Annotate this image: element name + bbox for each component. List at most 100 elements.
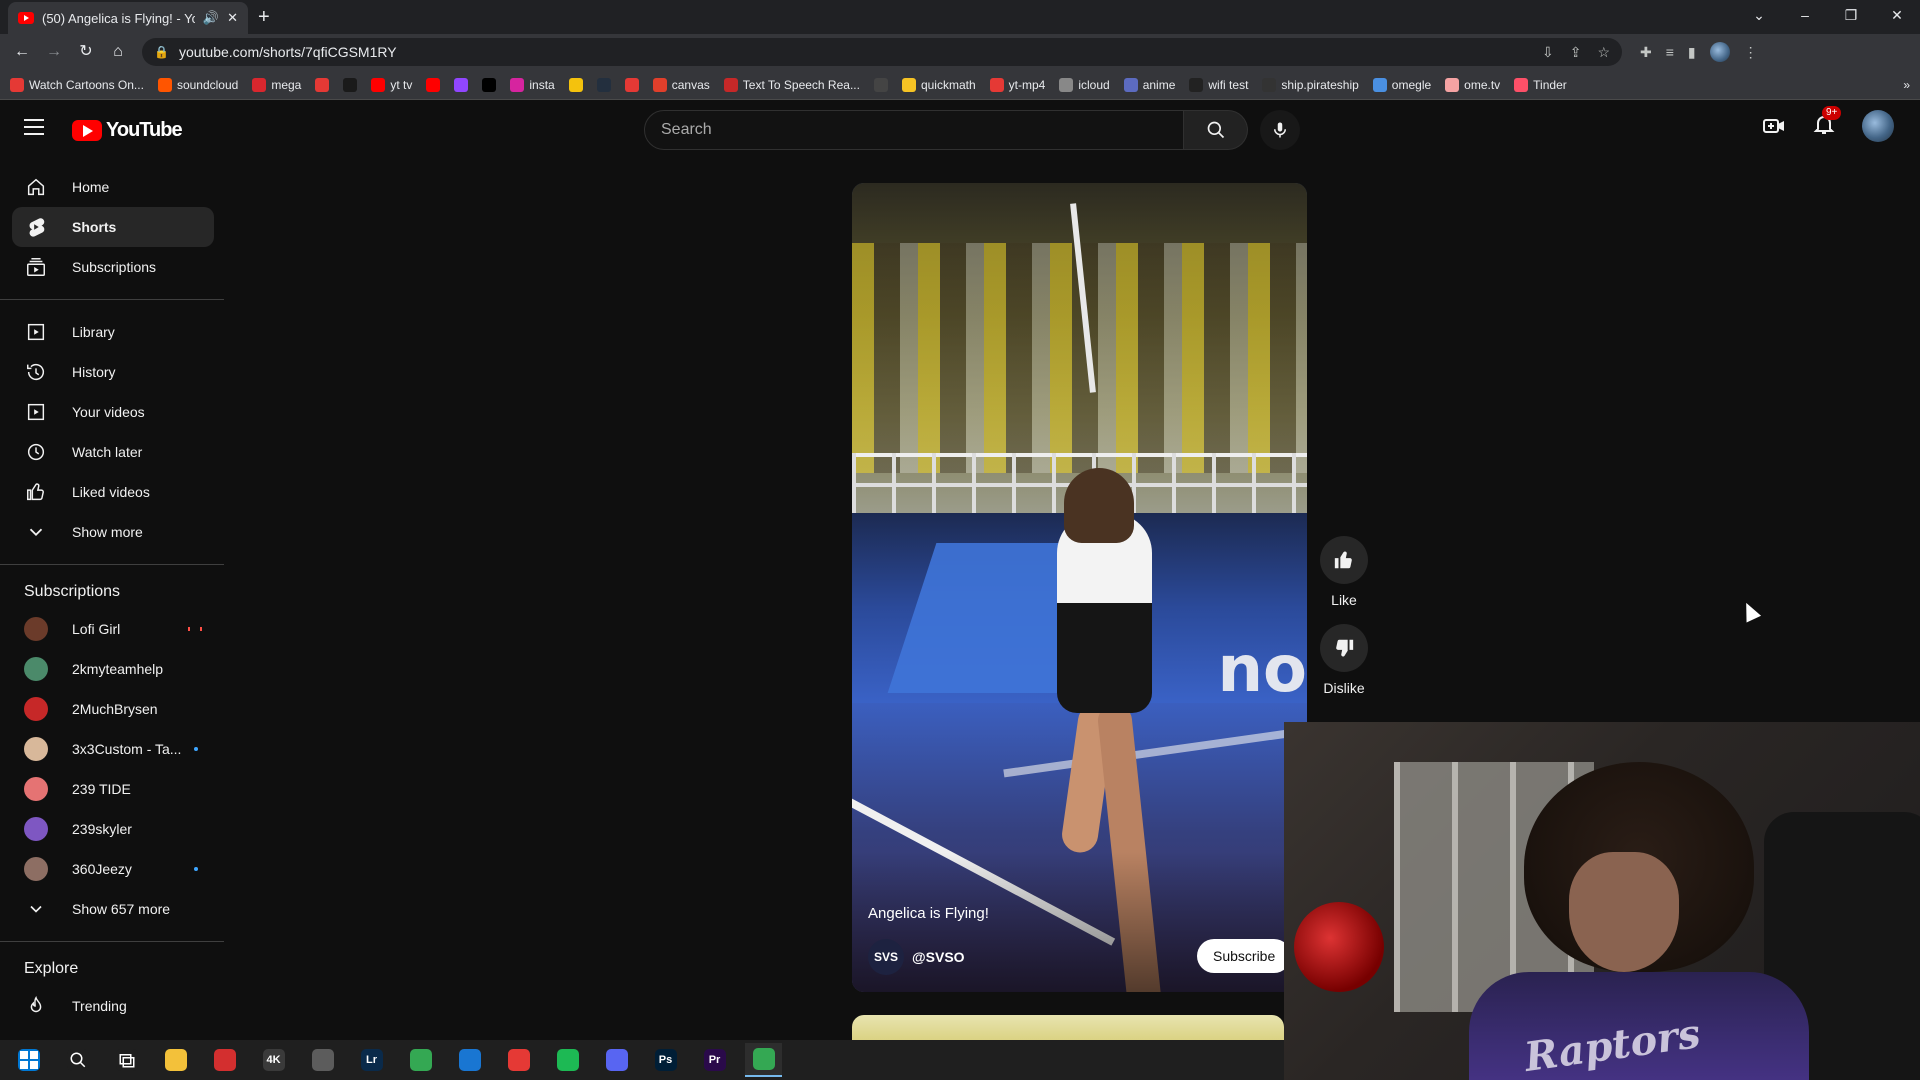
home-button[interactable]: ⌂ bbox=[104, 38, 132, 66]
dislike-button[interactable] bbox=[1320, 624, 1368, 672]
bookmark-item[interactable] bbox=[568, 77, 583, 92]
subscription-item[interactable]: 3x3Custom - Ta... bbox=[12, 729, 214, 769]
bookmark-item[interactable]: icloud bbox=[1059, 77, 1110, 92]
sidebar-item-library[interactable]: Library bbox=[12, 312, 214, 352]
minimize-button[interactable]: – bbox=[1782, 0, 1828, 30]
bookmark-item[interactable] bbox=[596, 77, 611, 92]
youtube-logo[interactable]: YouTube bbox=[72, 119, 183, 142]
bookmark-item[interactable]: Text To Speech Rea... bbox=[723, 77, 860, 92]
sidebar-item-history[interactable]: History bbox=[12, 352, 214, 392]
bookmark-item[interactable] bbox=[426, 77, 441, 92]
bookmark-item[interactable]: ship.pirateship bbox=[1262, 77, 1359, 92]
show-more-subscriptions[interactable]: Show 657 more bbox=[12, 889, 214, 929]
taskbar-item[interactable] bbox=[304, 1043, 341, 1077]
media-control-icon[interactable]: ≡ bbox=[1666, 44, 1674, 60]
channel-info[interactable]: SVS @SVSO bbox=[868, 939, 965, 975]
browser-tab[interactable]: (50) Angelica is Flying! - YouTube 🔊 ✕ bbox=[8, 2, 248, 34]
taskbar-item[interactable] bbox=[108, 1043, 145, 1077]
side-panel-icon[interactable]: ▮ bbox=[1688, 44, 1696, 61]
extensions-icon[interactable]: ✚ bbox=[1640, 44, 1652, 61]
bookmark-item[interactable]: omegle bbox=[1372, 77, 1431, 92]
taskbar-item[interactable] bbox=[549, 1043, 586, 1077]
bookmarks-overflow-icon[interactable]: » bbox=[1903, 78, 1910, 92]
bookmark-item[interactable]: wifi test bbox=[1189, 77, 1248, 92]
bookmark-item[interactable] bbox=[315, 77, 330, 92]
bookmark-item[interactable] bbox=[873, 77, 888, 92]
like-action[interactable]: Like bbox=[1318, 536, 1370, 608]
bookmark-item[interactable]: yt-mp4 bbox=[989, 77, 1045, 92]
channel-avatar[interactable]: SVS bbox=[868, 939, 904, 975]
subscription-item[interactable]: 2MuchBrysen bbox=[12, 689, 214, 729]
dislike-action[interactable]: Dislike bbox=[1318, 624, 1370, 696]
install-icon[interactable]: ⇩ bbox=[1542, 44, 1554, 61]
taskbar-item[interactable] bbox=[206, 1043, 243, 1077]
sidebar-item-shorts[interactable]: Shorts bbox=[12, 207, 214, 247]
bookmark-item[interactable] bbox=[454, 77, 469, 92]
subscription-item[interactable]: 239 TIDE bbox=[12, 769, 214, 809]
taskbar-item[interactable] bbox=[59, 1043, 96, 1077]
address-bar[interactable]: 🔒 youtube.com/shorts/7qfiCGSM1RY ⇩ ⇪ ☆ bbox=[142, 38, 1622, 66]
account-avatar[interactable] bbox=[1862, 110, 1894, 142]
taskbar-item[interactable]: 4K bbox=[255, 1043, 292, 1077]
taskbar-item[interactable] bbox=[157, 1043, 194, 1077]
sidebar-item-trending[interactable]: Trending bbox=[12, 986, 214, 1026]
notifications-button[interactable]: 9+ bbox=[1812, 105, 1842, 141]
taskbar-item[interactable]: Pr bbox=[696, 1043, 733, 1077]
reload-button[interactable]: ↻ bbox=[72, 38, 100, 66]
bookmark-item[interactable]: Watch Cartoons On... bbox=[10, 77, 144, 92]
sidebar-item-home[interactable]: Home bbox=[12, 167, 214, 207]
subscription-item[interactable]: 360Jeezy bbox=[12, 849, 214, 889]
taskbar-item[interactable] bbox=[402, 1043, 439, 1077]
bookmark-item[interactable]: canvas bbox=[652, 77, 710, 92]
bookmark-item[interactable]: Tinder bbox=[1514, 77, 1567, 92]
bookmark-item[interactable]: soundcloud bbox=[157, 77, 238, 92]
create-video-icon[interactable] bbox=[1762, 114, 1786, 138]
bookmark-item[interactable]: anime bbox=[1123, 77, 1175, 92]
channel-handle[interactable]: @SVSO bbox=[912, 949, 965, 965]
close-window-button[interactable]: ✕ bbox=[1874, 0, 1920, 30]
close-tab-icon[interactable]: ✕ bbox=[227, 10, 238, 26]
sidebar-item-show-more[interactable]: Show more bbox=[12, 512, 214, 552]
bookmark-item[interactable]: insta bbox=[510, 77, 555, 92]
search-input[interactable]: Search bbox=[644, 110, 1184, 150]
tab-search-icon[interactable]: ⌄ bbox=[1736, 0, 1782, 30]
sidebar-item-liked-videos[interactable]: Liked videos bbox=[12, 472, 214, 512]
lock-icon[interactable]: 🔒 bbox=[154, 45, 169, 59]
voice-search-button[interactable] bbox=[1260, 110, 1300, 150]
taskbar-item[interactable] bbox=[598, 1043, 635, 1077]
subscription-item[interactable]: 2kmyteamhelp bbox=[12, 649, 214, 689]
subscription-item[interactable]: 239skyler bbox=[12, 809, 214, 849]
back-button[interactable]: ← bbox=[8, 38, 36, 66]
like-button[interactable] bbox=[1320, 536, 1368, 584]
bookmark-item[interactable]: mega bbox=[252, 77, 301, 92]
short-title[interactable]: Angelica is Flying! bbox=[868, 905, 989, 922]
star-icon[interactable]: ☆ bbox=[1597, 44, 1610, 61]
sidebar-item-subscriptions[interactable]: Subscriptions bbox=[12, 247, 214, 287]
share-icon[interactable]: ⇪ bbox=[1570, 44, 1582, 61]
taskbar-item[interactable] bbox=[451, 1043, 488, 1077]
bookmark-item[interactable] bbox=[343, 77, 358, 92]
bookmark-item[interactable]: quickmath bbox=[901, 77, 976, 92]
bookmark-item[interactable]: yt tv bbox=[371, 77, 412, 92]
speaker-icon[interactable]: 🔊 bbox=[203, 10, 219, 26]
taskbar-item[interactable]: Lr bbox=[353, 1043, 390, 1077]
forward-button[interactable]: → bbox=[40, 38, 68, 66]
sidebar-item-watch-later[interactable]: Watch later bbox=[12, 432, 214, 472]
sidebar-item-your-videos[interactable]: Your videos bbox=[12, 392, 214, 432]
taskbar-item[interactable] bbox=[10, 1043, 47, 1077]
subscribe-button[interactable]: Subscribe bbox=[1197, 939, 1292, 973]
bookmark-item[interactable] bbox=[624, 77, 639, 92]
profile-icon[interactable] bbox=[1709, 42, 1730, 62]
shorts-video-player[interactable]: no Angelica is Flying! SVS @SVSO Subscri… bbox=[852, 183, 1307, 992]
url-text[interactable]: youtube.com/shorts/7qfiCGSM1RY bbox=[179, 44, 1532, 60]
new-tab-button[interactable]: + bbox=[258, 6, 270, 29]
taskbar-item[interactable] bbox=[745, 1043, 782, 1077]
taskbar-item[interactable] bbox=[500, 1043, 537, 1077]
menu-hamburger-icon[interactable] bbox=[24, 119, 44, 135]
restore-button[interactable]: ❐ bbox=[1828, 0, 1874, 30]
search-button[interactable] bbox=[1184, 110, 1248, 150]
bookmark-item[interactable] bbox=[482, 77, 497, 92]
subscription-item[interactable]: Lofi Girl bbox=[12, 609, 214, 649]
menu-icon[interactable]: ⋮ bbox=[1744, 44, 1758, 61]
taskbar-item[interactable]: Ps bbox=[647, 1043, 684, 1077]
